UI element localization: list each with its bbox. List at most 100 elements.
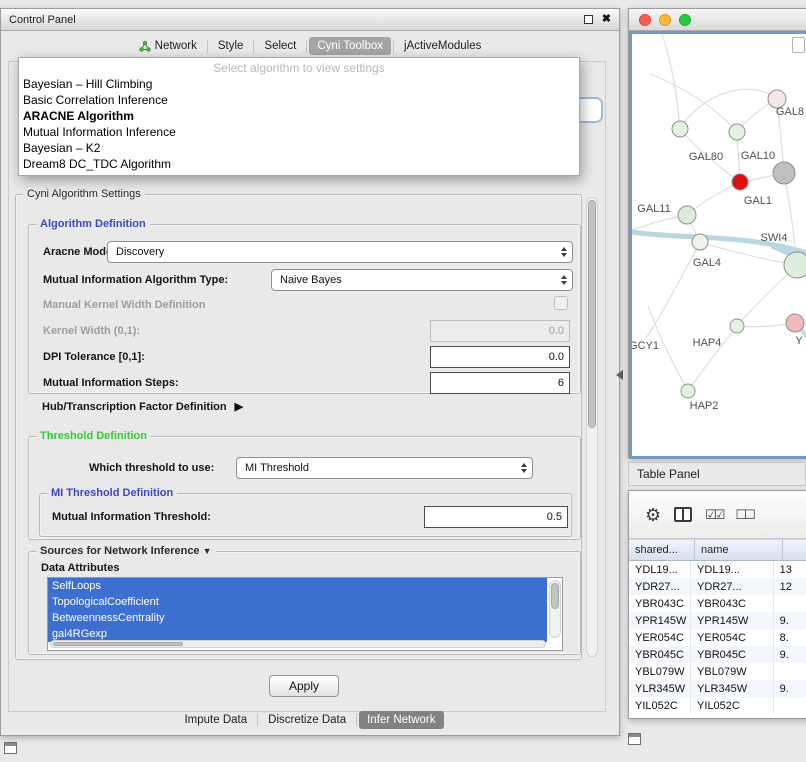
network-node[interactable] [732, 174, 748, 190]
network-window-titlebar[interactable] [629, 9, 806, 31]
algorithm-option[interactable]: Basic Correlation Inference [19, 92, 579, 108]
data-attributes-list[interactable]: SelfLoopsTopologicalCoefficientBetweenne… [47, 577, 563, 651]
table-row[interactable]: YIL052CYIL052C [629, 697, 806, 714]
table-cell: YIL052C [629, 697, 691, 714]
table-cell [774, 663, 806, 680]
network-graph: GAL8GAL80GAL10GAL11GAL1SWI4GAL4GCY1HAP4Y… [632, 34, 806, 456]
mi-type-combobox[interactable]: Naive Bayes [271, 269, 573, 291]
tab-jactivemodules[interactable]: jActiveModules [396, 37, 489, 55]
sources-group: Sources for Network Inference ▼ Data Att… [28, 551, 581, 655]
which-threshold-combobox[interactable]: MI Threshold [236, 457, 533, 479]
table-cell: YBR043C [691, 595, 774, 612]
list-horizontal-scrollbar[interactable] [50, 640, 546, 648]
algorithm-option[interactable]: Dream8 DC_TDC Algorithm [19, 156, 579, 172]
desktop: Control Panel ✖ Network StyleSelect Cyni T… [0, 0, 806, 762]
column-manager-icon[interactable] [674, 507, 692, 522]
deselect-all-columns-icon[interactable]: ☐☐ [735, 507, 752, 523]
scrollbar-thumb[interactable] [551, 583, 559, 609]
sources-group-title[interactable]: Sources for Network Inference ▼ [36, 544, 216, 558]
tab-network[interactable]: Network [131, 37, 205, 55]
network-node[interactable] [729, 124, 745, 140]
list-vertical-scrollbar[interactable] [549, 580, 561, 638]
table-row[interactable]: YDL19...YDL19...13 [629, 561, 806, 578]
table-row[interactable]: YER054CYER054C8. [629, 629, 806, 646]
tab-impute-data[interactable]: Impute Data [176, 711, 255, 729]
algorithm-option[interactable]: Bayesian – Hill Climbing [19, 76, 579, 92]
settings-vertical-scrollbar[interactable] [586, 197, 598, 657]
table-cell: YDL19... [629, 561, 691, 578]
table-row[interactable]: YBR045CYBR045C9. [629, 646, 806, 663]
scrollbar-thumb[interactable] [53, 642, 183, 646]
mi-steps-input[interactable]: 6 [430, 372, 570, 394]
tab-separator [207, 40, 208, 53]
input-value: 0.0 [549, 325, 564, 337]
close-icon[interactable]: ✖ [602, 14, 611, 25]
network-edge[interactable] [650, 74, 737, 132]
column-header[interactable]: name [695, 539, 783, 561]
table-cell: YPR145W [629, 612, 691, 629]
scrollbar-thumb[interactable] [588, 200, 596, 428]
float-panel-icon[interactable] [628, 733, 641, 745]
hub-definition-toggle[interactable]: Hub/Transcription Factor Definition ▶ [42, 400, 243, 413]
kernel-width-input[interactable]: 0.0 [430, 320, 570, 342]
algorithm-option[interactable]: ARACNE Algorithm [19, 108, 579, 124]
network-node[interactable] [730, 319, 744, 333]
dpi-tolerance-input[interactable]: 0.0 [430, 346, 570, 368]
network-canvas[interactable]: GAL8GAL80GAL10GAL11GAL1SWI4GAL4GCY1HAP4Y… [629, 31, 806, 459]
table-row[interactable]: YPR145WYPR145W9. [629, 612, 806, 629]
table-row[interactable]: YBR043CYBR043C [629, 595, 806, 612]
tab-infer-network[interactable]: Infer Network [359, 711, 443, 729]
expand-arrow-icon[interactable]: ▶ [235, 400, 243, 413]
node-label: GAL10 [741, 150, 775, 162]
zoom-traffic-light-icon[interactable] [679, 14, 691, 26]
table-cell [774, 595, 806, 612]
data-attribute-item[interactable]: BetweennessCentrality [48, 610, 547, 626]
network-node[interactable] [692, 234, 708, 250]
algorithm-option[interactable]: Bayesian – K2 [19, 140, 579, 156]
tab-discretize-data[interactable]: Discretize Data [260, 711, 354, 729]
tab-separator [306, 40, 307, 53]
network-edge[interactable] [688, 326, 737, 391]
network-scrollbar-button[interactable] [792, 37, 805, 53]
float-window-icon[interactable] [584, 15, 593, 24]
network-node[interactable] [672, 121, 688, 137]
tab-separator [356, 713, 357, 726]
close-traffic-light-icon[interactable] [639, 14, 651, 26]
network-edge[interactable] [662, 34, 680, 129]
collapse-arrow-icon[interactable]: ▼ [203, 546, 212, 556]
data-attribute-item[interactable]: SelfLoops [48, 578, 547, 594]
network-node[interactable] [786, 314, 804, 332]
group-title: MI Threshold Definition [47, 486, 177, 500]
manual-kernel-checkbox[interactable] [554, 296, 568, 310]
table-row[interactable]: YBL079WYBL079W [629, 663, 806, 680]
network-node[interactable] [678, 206, 696, 224]
tab-cyni-toolbox[interactable]: Cyni Toolbox [309, 37, 391, 55]
table-row[interactable]: YDR27...YDR27...12 [629, 578, 806, 595]
column-header[interactable]: shared... [629, 539, 695, 561]
tab-select[interactable]: Select [256, 37, 304, 55]
aracne-mode-combobox[interactable]: Discovery [107, 241, 573, 263]
mi-threshold-input[interactable]: 0.5 [424, 506, 568, 528]
minimize-traffic-light-icon[interactable] [659, 14, 671, 26]
hub-definition-label: Hub/Transcription Factor Definition [42, 401, 227, 413]
network-edge[interactable] [646, 242, 700, 338]
apply-button[interactable]: Apply [269, 675, 339, 697]
float-panel-icon[interactable] [4, 742, 17, 754]
list-items: SelfLoopsTopologicalCoefficientBetweenne… [48, 578, 562, 642]
gear-icon[interactable]: ⚙ [645, 506, 661, 524]
splitter-collapse-icon[interactable] [616, 370, 623, 380]
network-node[interactable] [784, 252, 806, 278]
select-all-columns-icon[interactable]: ☑☑ [705, 507, 722, 523]
table-cell: YDR27... [629, 578, 691, 595]
data-attribute-item[interactable]: TopologicalCoefficient [48, 594, 547, 610]
column-header[interactable] [783, 539, 806, 561]
sources-title-text: Sources for Network Inference [40, 545, 200, 557]
dropdown-placeholder: Select algorithm to view settings [19, 60, 579, 76]
tab-style[interactable]: Style [210, 37, 252, 55]
network-node[interactable] [681, 384, 695, 398]
control-panel-titlebar[interactable]: Control Panel ✖ [1, 9, 619, 31]
network-node[interactable] [773, 162, 795, 184]
table-row[interactable]: YLR345WYLR345W9. [629, 680, 806, 697]
table-panel-titlebar[interactable]: Table Panel [628, 462, 806, 486]
algorithm-option[interactable]: Mutual Information Inference [19, 124, 579, 140]
